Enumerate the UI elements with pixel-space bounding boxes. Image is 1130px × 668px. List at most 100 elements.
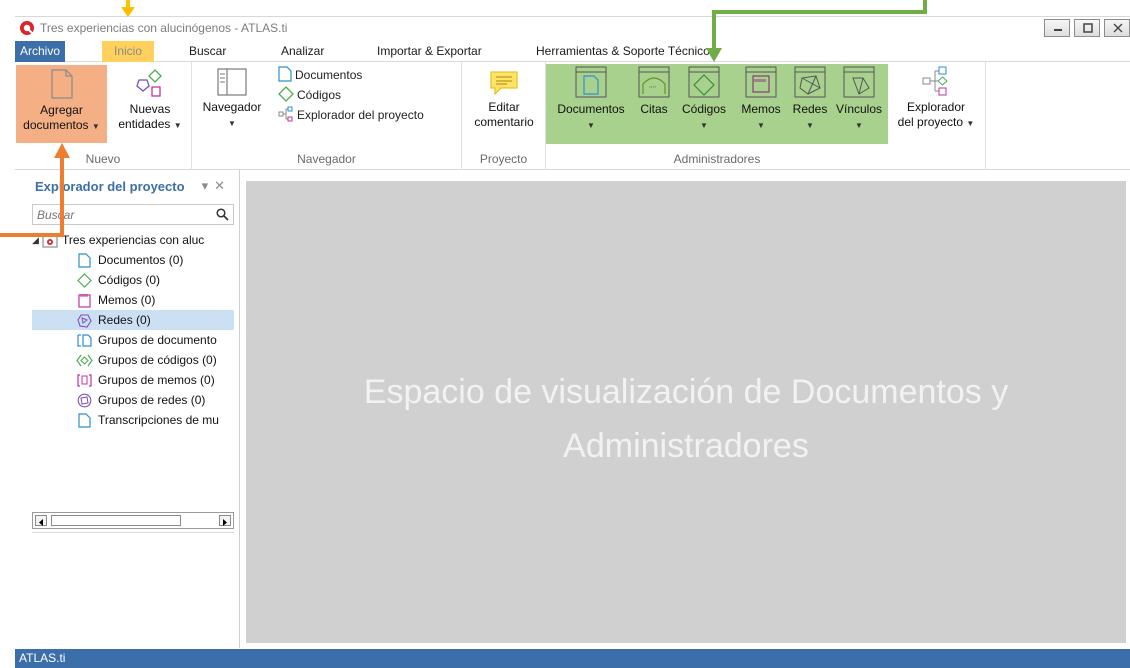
chevron-down-icon: ▼ — [91, 122, 100, 131]
network-group-icon — [77, 393, 92, 408]
chevron-down-icon: ▼ — [966, 119, 975, 128]
svg-text:“”: “” — [649, 85, 656, 93]
workspace-placeholder: Espacio de visualización de Documentos y… — [246, 365, 1126, 473]
maximize-button[interactable] — [1074, 19, 1100, 37]
project-explorer-icon — [278, 106, 293, 122]
nuevas-label-1: Nuevas — [129, 102, 171, 116]
tree-item-label: Redes (0) — [98, 313, 151, 327]
agregar-label-2: documentos — [23, 118, 89, 132]
group-administradores: Documentos ▼ “” Citas Códigos ▼ Memos ▼ … — [546, 62, 986, 170]
admin-documentos-button[interactable]: Documentos ▼ — [554, 66, 628, 133]
networks-manager-icon — [794, 66, 826, 98]
codes-manager-icon — [688, 66, 720, 98]
agregar-documentos-button[interactable]: Agregar documentos ▼ — [16, 65, 107, 143]
menu-archivo[interactable]: Archivo — [15, 41, 66, 62]
documents-manager-icon — [575, 66, 607, 98]
arrow-right-icon — [223, 519, 227, 526]
menu-inicio[interactable]: Inicio — [102, 41, 155, 62]
panel-title: Explorador del proyecto — [35, 179, 185, 194]
tree-item-codigos[interactable]: Códigos (0) — [32, 270, 234, 290]
admin-citas-label: Citas — [640, 102, 668, 116]
agregar-label-1: Agregar — [40, 103, 83, 117]
group-proyecto: Editar comentario Proyecto — [462, 62, 546, 170]
admin-memos-label: Memos — [741, 102, 781, 116]
tree-item-redes[interactable]: Redes (0) — [32, 310, 234, 330]
menu-buscar[interactable]: Buscar — [185, 41, 230, 62]
minimize-button[interactable] — [1044, 19, 1070, 37]
nav-codigos-button[interactable]: Códigos — [278, 86, 341, 104]
document-icon — [50, 69, 73, 99]
admin-citas-button[interactable]: “” Citas — [634, 66, 674, 117]
maximize-icon — [1083, 23, 1093, 33]
tree-root-label: Tres experiencias con aluc — [62, 233, 205, 247]
tree-item-label: Memos (0) — [98, 293, 156, 307]
admin-redes-button[interactable]: Redes ▼ — [788, 66, 832, 133]
project-tree: ◢ Tres experiencias con aluc Documentos … — [32, 230, 234, 510]
code-icon — [278, 86, 294, 102]
chevron-down-icon: ▼ — [173, 121, 182, 130]
document-group-icon — [77, 334, 92, 347]
tree-item-label: Grupos de redes (0) — [98, 393, 206, 407]
search-icon[interactable] — [216, 208, 229, 221]
comment-icon — [490, 71, 518, 96]
nuevas-entidades-button[interactable]: Nuevas entidades ▼ — [115, 68, 185, 133]
horizontal-scrollbar[interactable] — [32, 512, 234, 529]
tree-root[interactable]: ◢ Tres experiencias con aluc — [32, 230, 234, 250]
scroll-left-button[interactable] — [35, 515, 47, 526]
menu-analizar[interactable]: Analizar — [277, 41, 328, 62]
status-bar: ATLAS.ti — [15, 649, 1130, 668]
admin-codigos-button[interactable]: Códigos ▼ — [676, 66, 732, 133]
code-group-icon — [76, 354, 93, 367]
nav-explorador-button[interactable]: Explorador del proyecto — [278, 106, 424, 124]
admin-explorador-button[interactable]: Explorador del proyecto ▼ — [890, 66, 982, 131]
tree-item-grupos-memos[interactable]: Grupos de memos (0) — [32, 370, 234, 390]
ribbon: Agregar documentos ▼ Nuevas entidades ▼ … — [15, 62, 1130, 170]
project-explorer-panel: Explorador del proyecto ▾✕ ◢ Tres experi… — [15, 170, 240, 648]
panel-pin-icon[interactable]: ▾ — [202, 178, 215, 193]
tree-item-grupos-redes[interactable]: Grupos de redes (0) — [32, 390, 234, 410]
tree-item-label: Grupos de códigos (0) — [98, 353, 217, 367]
nav-documentos-label: Documentos — [295, 68, 363, 82]
chevron-down-icon: ▼ — [587, 121, 595, 130]
admin-vinculos-button[interactable]: Vínculos ▼ — [832, 66, 886, 133]
tree-item-documentos[interactable]: Documentos (0) — [32, 250, 234, 270]
project-icon — [42, 233, 58, 248]
quotations-manager-icon: “” — [638, 66, 670, 98]
admin-memos-button[interactable]: Memos ▼ — [736, 66, 786, 133]
nav-documentos-button[interactable]: Documentos — [278, 66, 362, 84]
navegador-button[interactable]: Navegador ▼ — [198, 68, 266, 131]
admin-explorador-label-2: del proyecto — [897, 115, 964, 129]
scroll-right-button[interactable] — [219, 515, 231, 526]
menu-herramientas[interactable]: Herramientas & Soporte Técnico — [532, 41, 714, 62]
tree-item-grupos-codigos[interactable]: Grupos de códigos (0) — [32, 350, 234, 370]
scroll-thumb[interactable] — [51, 515, 181, 526]
nav-explorador-label: Explorador del proyecto — [297, 108, 424, 122]
admin-redes-label: Redes — [792, 102, 828, 116]
menu-importar-exportar[interactable]: Importar & Exportar — [373, 41, 486, 62]
close-button[interactable] — [1104, 19, 1130, 37]
search-input[interactable] — [33, 205, 209, 224]
memos-manager-icon — [745, 66, 777, 98]
document-icon — [278, 66, 292, 82]
editar-label-2: comentario — [474, 115, 534, 129]
new-entities-icon — [136, 69, 162, 97]
chevron-down-icon: ▼ — [757, 121, 765, 130]
tree-item-transcripciones[interactable]: Transcripciones de mu — [32, 410, 234, 430]
panel-close-icon[interactable]: ✕ — [214, 178, 231, 193]
navigator-icon — [217, 68, 247, 96]
tree-item-label: Códigos (0) — [98, 273, 161, 287]
group-navegador: Navegador ▼ Documentos Códigos Explorado… — [192, 62, 462, 170]
menu-bar: Archivo Inicio Buscar Analizar Importar … — [15, 41, 1130, 62]
chevron-down-icon: ▼ — [806, 121, 814, 130]
panel-divider — [32, 532, 234, 533]
status-text: ATLAS.ti — [19, 651, 66, 665]
tree-item-grupos-documentos[interactable]: Grupos de documento — [32, 330, 234, 350]
editar-comentario-button[interactable]: Editar comentario — [466, 70, 542, 130]
document-icon — [78, 253, 91, 268]
admin-codigos-label: Códigos — [681, 102, 727, 116]
collapse-triangle-icon[interactable]: ◢ — [32, 230, 39, 250]
group-label-nuevo: Nuevo — [85, 152, 121, 166]
transcript-icon — [78, 413, 91, 428]
tree-item-memos[interactable]: Memos (0) — [32, 290, 234, 310]
code-icon — [77, 273, 92, 288]
